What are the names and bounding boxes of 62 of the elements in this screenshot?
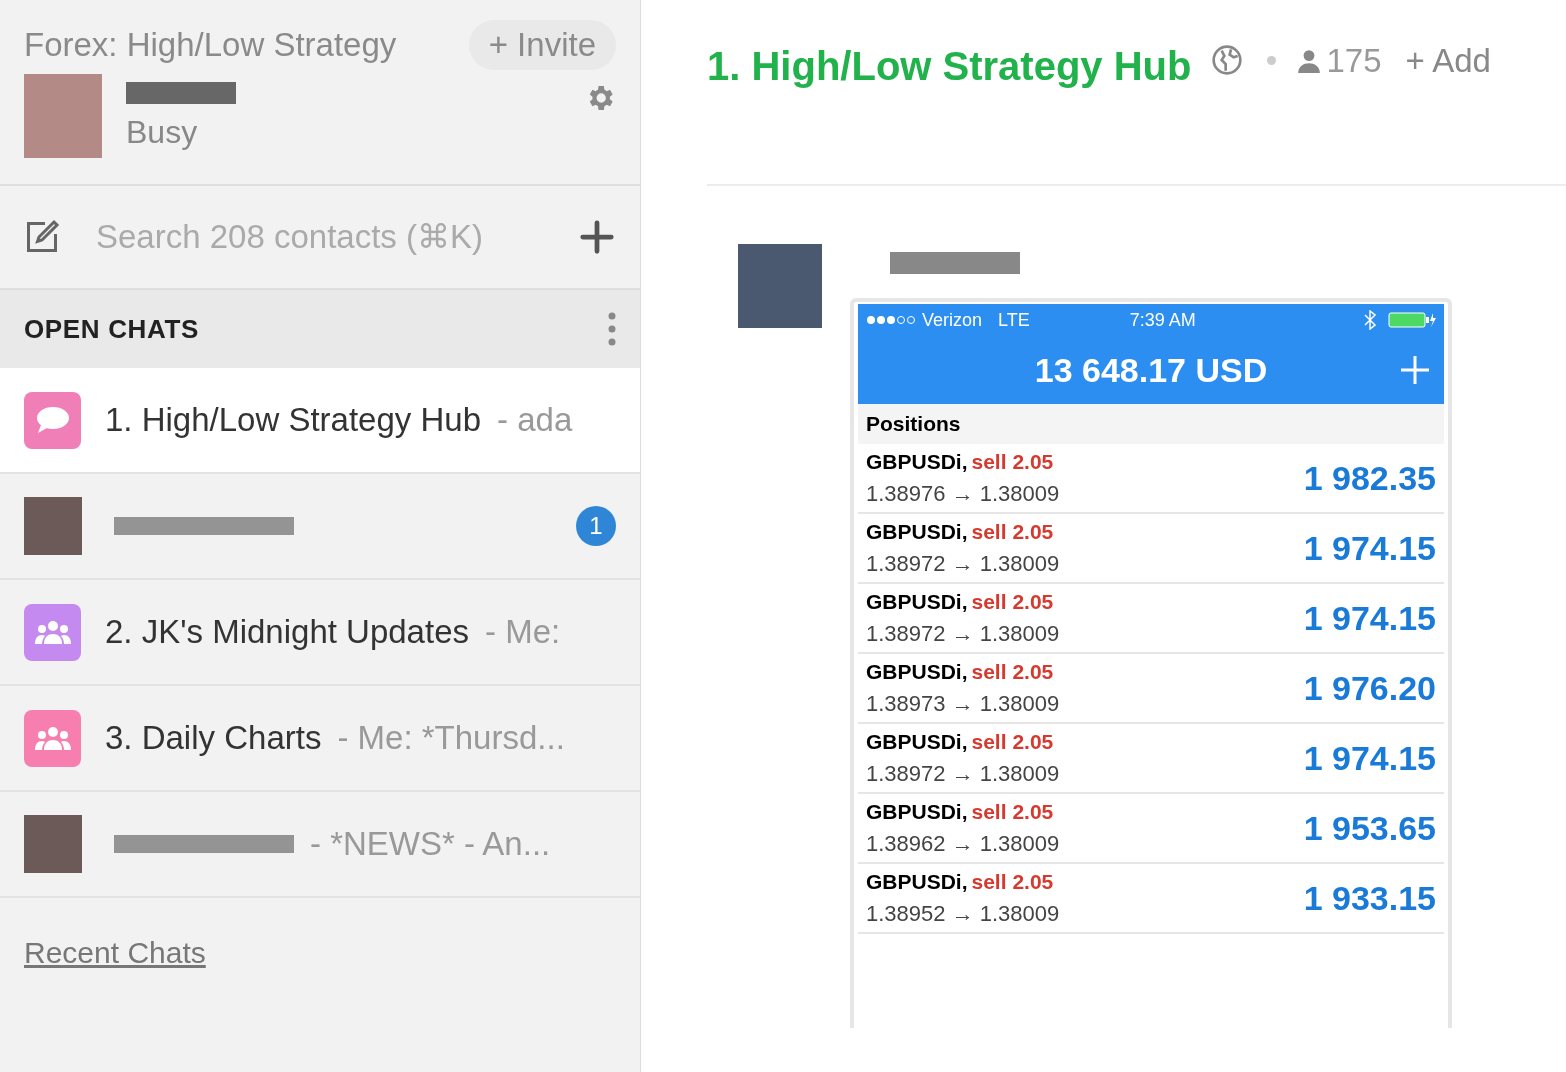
trade-side: sell 2.05 <box>971 518 1054 545</box>
bluetooth-icon <box>1364 310 1376 330</box>
avatar-photo <box>24 497 82 555</box>
message-preview: - Me: *Thursd... <box>337 718 565 759</box>
team-name: Forex: High/Low Strategy <box>24 25 397 65</box>
chat-title: 1. High/Low Strategy Hub <box>707 43 1192 90</box>
invite-button[interactable]: + Invite <box>468 20 616 70</box>
trade-side: sell 2.05 <box>971 588 1054 615</box>
price-range: 1.38976 → 1.38009 <box>866 480 1060 509</box>
positions-heading: Positions <box>866 411 961 438</box>
globe-icon[interactable] <box>1211 44 1244 76</box>
status-time: 7:39 AM <box>1129 308 1196 332</box>
trade-side: sell 2.05 <box>971 798 1054 825</box>
message-preview: - ada <box>497 400 573 441</box>
network-label: LTE <box>998 308 1030 332</box>
add-icon[interactable] <box>1400 355 1430 385</box>
add-icon[interactable] <box>578 218 616 256</box>
profit-value: 1 976.20 <box>1303 667 1436 709</box>
price-range: 1.38952 → 1.38009 <box>866 900 1060 929</box>
trade-side: sell 2.05 <box>971 728 1054 755</box>
profit-value: 1 974.15 <box>1303 597 1436 639</box>
price-range: 1.38972 → 1.38009 <box>866 620 1060 649</box>
chat-item[interactable]: 1. High/Low Strategy Hub - ada <box>0 368 640 474</box>
profit-value: 1 933.15 <box>1303 877 1436 919</box>
symbol-label: GBPUSDi, <box>866 518 968 545</box>
person-icon <box>1296 48 1323 74</box>
recent-chats-link[interactable]: Recent Chats <box>24 930 206 975</box>
compose-icon[interactable] <box>24 219 60 255</box>
symbol-label: GBPUSDi, <box>866 588 968 615</box>
more-icon[interactable] <box>608 312 616 346</box>
add-button[interactable]: + Add <box>1405 36 1491 86</box>
symbol-label: GBPUSDi, <box>866 798 968 825</box>
carrier-label: Verizon <box>922 308 983 332</box>
chat-name: 3. Daily Charts <box>105 718 322 759</box>
price-range: 1.38962 → 1.38009 <box>866 830 1060 859</box>
price-range: 1.38973 → 1.38009 <box>866 690 1060 719</box>
unread-badge: 1 <box>576 506 616 546</box>
account-balance: 13 648.17 USD <box>1034 349 1268 391</box>
section-title: OPEN CHATS <box>24 312 200 346</box>
price-range: 1.38972 → 1.38009 <box>866 760 1060 789</box>
trade-side: sell 2.05 <box>971 448 1054 475</box>
battery-icon <box>1388 312 1436 328</box>
signal-icon <box>866 315 918 325</box>
profit-value: 1 953.65 <box>1303 807 1436 849</box>
symbol-label: GBPUSDi, <box>866 868 968 895</box>
profit-value: 1 974.15 <box>1303 737 1436 779</box>
message-preview: - *NEWS* - An... <box>310 824 551 865</box>
symbol-label: GBPUSDi, <box>866 448 968 475</box>
trade-side: sell 2.05 <box>971 658 1054 685</box>
trade-side: sell 2.05 <box>971 868 1054 895</box>
member-count: 175 <box>1326 41 1382 81</box>
symbol-label: GBPUSDi, <box>866 658 968 685</box>
user-status: Busy <box>126 112 199 152</box>
price-range: 1.38972 → 1.38009 <box>866 550 1060 579</box>
avatar-photo <box>24 815 82 873</box>
profit-value: 1 974.15 <box>1303 527 1436 569</box>
profit-value: 1 982.35 <box>1303 457 1436 499</box>
symbol-label: GBPUSDi, <box>866 728 968 755</box>
chat-name: 1. High/Low Strategy Hub <box>105 400 482 441</box>
message-preview: - Me: <box>485 612 561 653</box>
search-field[interactable]: Search 208 contacts (⌘K) <box>96 212 578 262</box>
chat-name: 2. JK's Midnight Updates <box>105 612 469 653</box>
